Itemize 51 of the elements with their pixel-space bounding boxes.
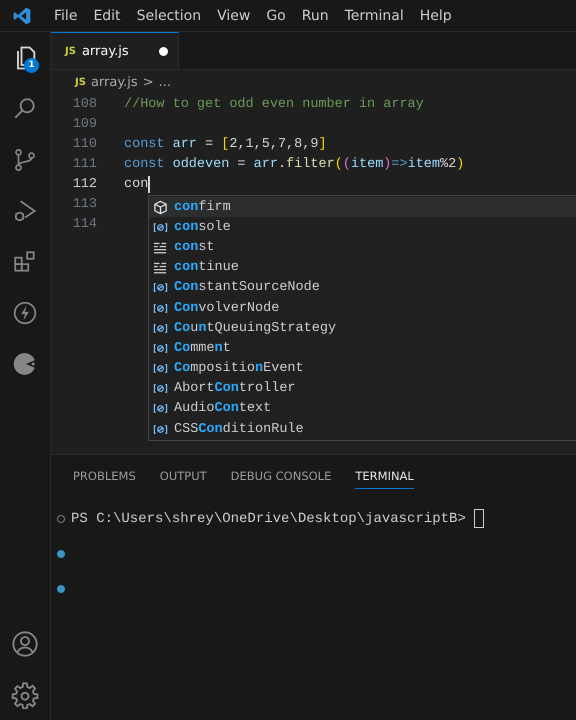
suggestion-item[interactable]: const [149, 237, 576, 258]
cube-icon [153, 200, 168, 215]
suggestion-item[interactable]: CompositionEvent [149, 358, 576, 379]
notification-badge: 1 [24, 58, 39, 72]
text-cursor [148, 176, 150, 192]
line-number: 112 [72, 176, 97, 192]
code-line: const arr = [2,1,5,7,8,9] [124, 136, 327, 152]
debug-icon[interactable] [12, 198, 38, 224]
menu-item[interactable]: Selection [128, 8, 210, 24]
suggestion-item[interactable]: ConstantSourceNode [149, 278, 576, 298]
menu-item[interactable]: Edit [85, 8, 129, 24]
menu-item[interactable]: Go [258, 8, 294, 24]
menu-item[interactable]: View [209, 8, 258, 24]
code-line: //How to get odd even number in array [124, 96, 424, 112]
settings-icon[interactable] [11, 680, 39, 708]
panel-tab[interactable]: OUTPUT [160, 465, 207, 489]
panel-tab[interactable]: PROBLEMS [73, 465, 136, 489]
line-number: 109 [72, 116, 97, 132]
breadcrumb-separator: > [142, 74, 154, 90]
suggestion-item[interactable]: CSSConditionRule [149, 419, 576, 440]
line-number: 114 [72, 216, 97, 232]
js-file-icon: JS [75, 76, 86, 88]
panel-tab[interactable]: TERMINAL [355, 465, 414, 489]
keyword-icon [153, 260, 168, 276]
code-line: con [124, 176, 148, 192]
branch-icon[interactable] [12, 146, 38, 172]
terminal-prompt: PS C:\Users\shrey\OneDrive\Desktop\javascriptB> [71, 510, 466, 526]
suggestion-item[interactable]: AbortController [149, 378, 576, 399]
suggestion-item[interactable]: AudioContext [149, 398, 576, 420]
menu-item[interactable]: Terminal [336, 8, 412, 24]
suggestion-item[interactable]: Comment [149, 338, 576, 358]
menu-item[interactable]: Run [294, 8, 337, 24]
menu-item[interactable]: File [46, 8, 86, 24]
line-number: 108 [72, 96, 97, 112]
line-number: 113 [72, 196, 97, 212]
account-icon[interactable] [11, 630, 39, 658]
code-line: const oddeven = arr.filter((item)=>item%2) [124, 156, 464, 172]
menu-item[interactable]: Help [412, 8, 460, 24]
suggestion-item[interactable]: CountQueuingStrategy [149, 318, 576, 338]
panel-tab[interactable]: DEBUG CONSOLE [230, 465, 332, 489]
suggestion-item[interactable]: ConvolverNode [149, 298, 576, 318]
line-number: 111 [72, 156, 97, 172]
breadcrumb-item[interactable]: ... [158, 74, 172, 90]
lightning-icon[interactable] [12, 300, 38, 326]
file-tab[interactable]: JS array.js [51, 32, 179, 69]
breadcrumb-item[interactable]: array.js [90, 74, 138, 90]
suggestion-item[interactable]: console [149, 217, 576, 238]
suggestion-item[interactable]: continue [149, 258, 576, 278]
line-number: 110 [72, 136, 97, 152]
vscode-logo-icon [12, 6, 32, 26]
suggestion-item[interactable]: confirm [149, 197, 576, 218]
